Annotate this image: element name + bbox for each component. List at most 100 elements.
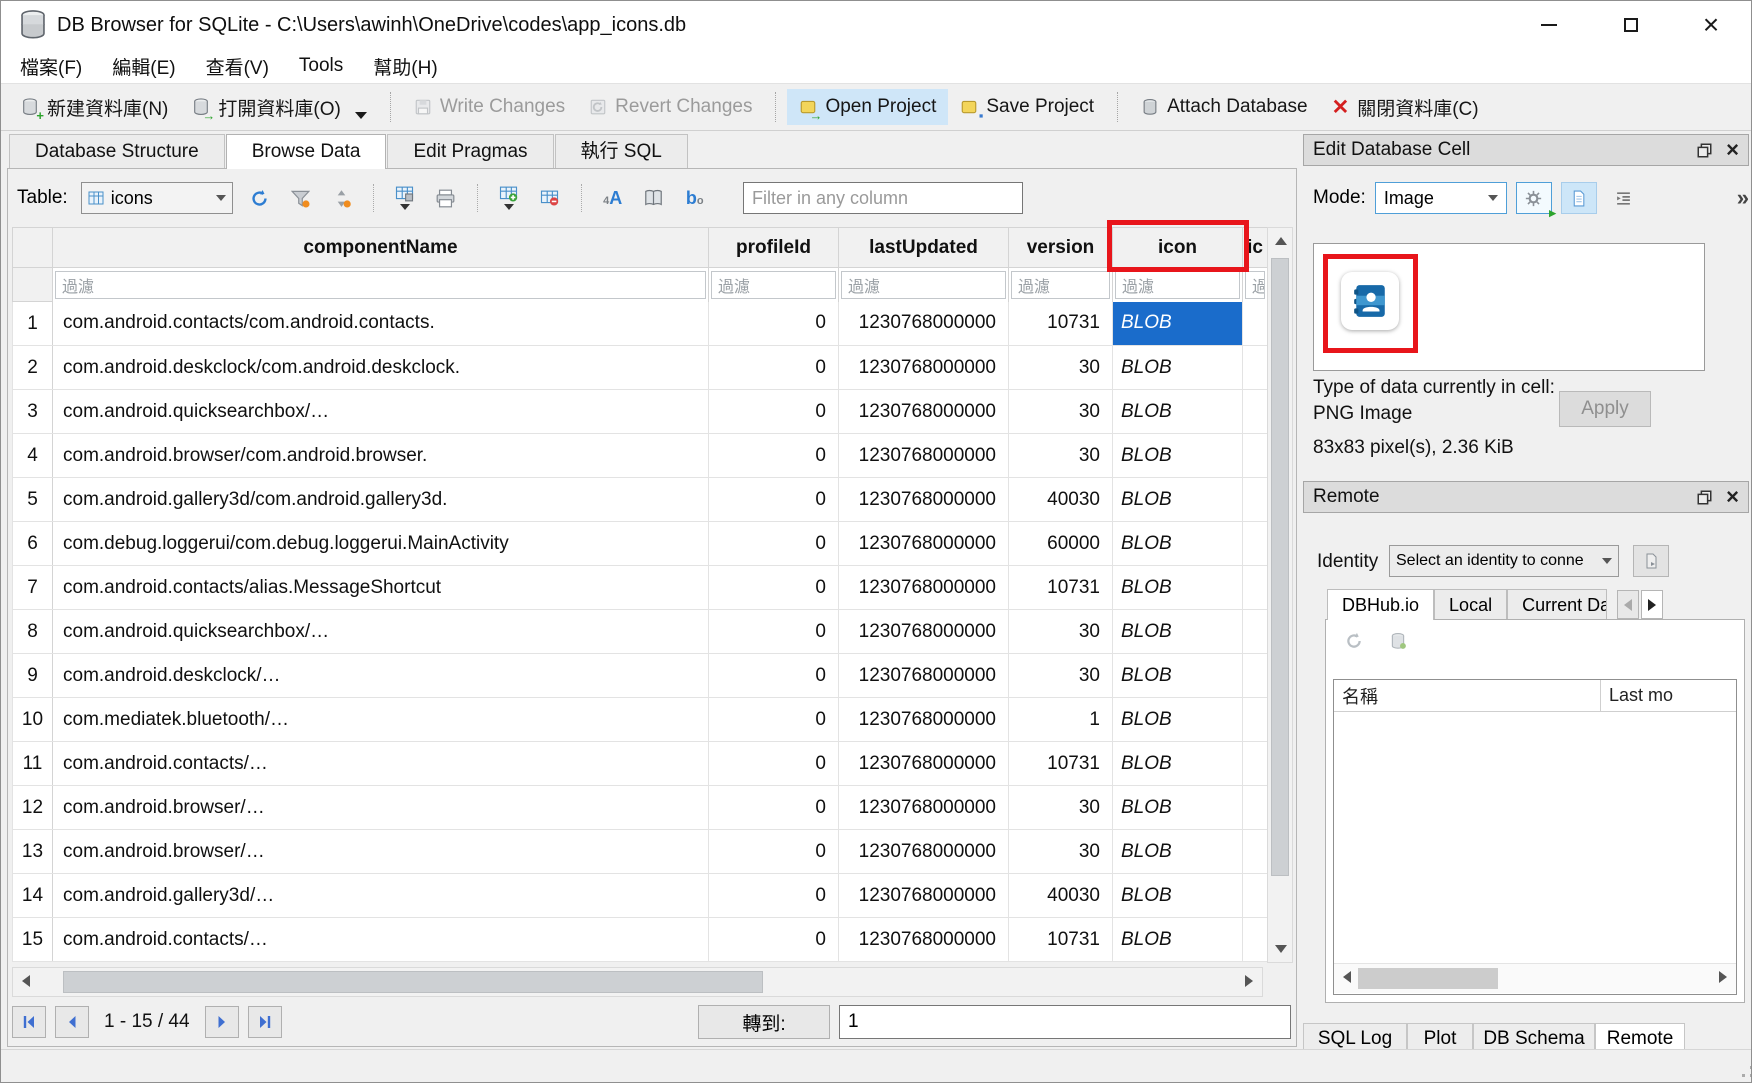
tab-edit-pragmas[interactable]: Edit Pragmas: [387, 134, 553, 168]
next-page-button[interactable]: [205, 1006, 239, 1038]
cell-partial[interactable]: [1243, 698, 1268, 742]
cell-profileId[interactable]: 0: [709, 434, 839, 478]
cell-profileId[interactable]: 0: [709, 390, 839, 434]
cell-icon[interactable]: BLOB: [1113, 390, 1243, 434]
print-button[interactable]: [432, 181, 460, 215]
cell-lastUpdated[interactable]: 1230768000000: [839, 522, 1009, 566]
revert-changes-button[interactable]: Revert Changes: [577, 89, 764, 125]
cell-partial[interactable]: [1243, 302, 1268, 346]
cell-componentName[interactable]: com.android.deskclock/com.android.deskcl…: [53, 346, 709, 390]
write-changes-button[interactable]: Write Changes: [402, 89, 577, 125]
cell-version[interactable]: 10731: [1009, 302, 1113, 346]
cell-version[interactable]: 30: [1009, 786, 1113, 830]
cell-profileId[interactable]: 0: [709, 346, 839, 390]
cell-version[interactable]: 10731: [1009, 742, 1113, 786]
cell-profileId[interactable]: 0: [709, 566, 839, 610]
cell-version[interactable]: 30: [1009, 610, 1113, 654]
cell-partial[interactable]: [1243, 566, 1268, 610]
cell-componentName[interactable]: com.android.deskclock/…: [53, 654, 709, 698]
previous-page-button[interactable]: [55, 1006, 89, 1038]
vertical-scrollbar-thumb[interactable]: [1271, 258, 1289, 876]
scroll-right-icon[interactable]: [1719, 971, 1727, 983]
new-database-button[interactable]: + 新建資料庫(N): [9, 87, 180, 128]
refresh-button[interactable]: [246, 181, 274, 215]
cell-lastUpdated[interactable]: 1230768000000: [839, 566, 1009, 610]
cell-version[interactable]: 1: [1009, 698, 1113, 742]
close-panel-icon[interactable]: ×: [1726, 486, 1739, 508]
resize-grip-icon[interactable]: [1742, 1074, 1745, 1077]
cell-profileId[interactable]: 0: [709, 478, 839, 522]
cell-profileId[interactable]: 0: [709, 610, 839, 654]
cell-icon[interactable]: BLOB: [1113, 302, 1243, 346]
cell-partial[interactable]: [1243, 742, 1268, 786]
cell-version[interactable]: 10731: [1009, 566, 1113, 610]
cell-profileId[interactable]: 0: [709, 654, 839, 698]
float-panel-icon[interactable]: [1697, 143, 1712, 158]
tab-scroll-left-button[interactable]: [1617, 590, 1639, 619]
cell-componentName[interactable]: com.android.contacts/com.android.contact…: [53, 302, 709, 346]
cell-lastUpdated[interactable]: 1230768000000: [839, 610, 1009, 654]
open-database-dropdown-icon[interactable]: [355, 112, 367, 119]
cell-componentName[interactable]: com.android.contacts/…: [53, 918, 709, 962]
cell-icon[interactable]: BLOB: [1113, 522, 1243, 566]
cell-componentName[interactable]: com.mediatek.bluetooth/…: [53, 698, 709, 742]
clear-filters-button[interactable]: [328, 181, 356, 215]
menu-edit[interactable]: 編輯(E): [97, 49, 190, 83]
tab-browse-data[interactable]: Browse Data: [226, 134, 387, 169]
scroll-left-icon[interactable]: [1343, 971, 1351, 983]
cell-profileId[interactable]: 0: [709, 874, 839, 918]
horizontal-scrollbar-thumb[interactable]: [63, 971, 763, 993]
float-panel-icon[interactable]: [1697, 490, 1712, 505]
cell-profileId[interactable]: 0: [709, 830, 839, 874]
open-project-button[interactable]: → Open Project: [787, 89, 948, 125]
tab-current-database[interactable]: Current Dat: [1507, 589, 1607, 619]
cell-partial[interactable]: [1243, 610, 1268, 654]
cell-lastUpdated[interactable]: 1230768000000: [839, 390, 1009, 434]
cell-icon[interactable]: BLOB: [1113, 478, 1243, 522]
cell-componentName[interactable]: com.android.gallery3d/com.android.galler…: [53, 478, 709, 522]
apply-button[interactable]: Apply: [1559, 391, 1651, 427]
column-header-lastUpdated[interactable]: lastUpdated: [839, 228, 1009, 268]
column-header-partial[interactable]: ic: [1243, 228, 1268, 268]
cell-version[interactable]: 10731: [1009, 918, 1113, 962]
cell-partial[interactable]: [1243, 478, 1268, 522]
first-page-button[interactable]: [12, 1006, 46, 1038]
cell-icon[interactable]: BLOB: [1113, 742, 1243, 786]
maximize-button[interactable]: [1603, 1, 1659, 49]
cell-icon[interactable]: BLOB: [1113, 698, 1243, 742]
cell-icon[interactable]: BLOB: [1113, 434, 1243, 478]
cell-lastUpdated[interactable]: 1230768000000: [839, 434, 1009, 478]
cell-icon[interactable]: BLOB: [1113, 874, 1243, 918]
cell-componentName[interactable]: com.android.contacts/alias.MessageShortc…: [53, 566, 709, 610]
cell-icon[interactable]: BLOB: [1113, 918, 1243, 962]
tab-scroll-right-button[interactable]: [1641, 590, 1663, 619]
goto-record-input[interactable]: [839, 1005, 1291, 1039]
tab-database-structure[interactable]: Database Structure: [9, 134, 225, 168]
filter-cell[interactable]: 過濾: [839, 268, 1009, 302]
cell-lastUpdated[interactable]: 1230768000000: [839, 302, 1009, 346]
filter-cell[interactable]: 過濾: [1009, 268, 1113, 302]
grid-vertical-scrollbar[interactable]: [1267, 227, 1293, 963]
cell-icon[interactable]: BLOB: [1113, 830, 1243, 874]
column-header-version[interactable]: version: [1009, 228, 1113, 268]
table-select[interactable]: icons: [81, 182, 233, 214]
cell-profileId[interactable]: 0: [709, 742, 839, 786]
cell-profileId[interactable]: 0: [709, 522, 839, 566]
cell-version[interactable]: 40030: [1009, 478, 1113, 522]
clone-database-icon[interactable]: [1389, 632, 1407, 650]
cell-profileId[interactable]: 0: [709, 302, 839, 346]
cell-lastUpdated[interactable]: 1230768000000: [839, 478, 1009, 522]
more-tools-button[interactable]: »: [1737, 185, 1749, 211]
cell-lastUpdated[interactable]: 1230768000000: [839, 742, 1009, 786]
cell-partial[interactable]: [1243, 874, 1268, 918]
export-data-button[interactable]: [1561, 182, 1597, 214]
cell-componentName[interactable]: com.android.quicksearchbox/…: [53, 390, 709, 434]
cell-lastUpdated[interactable]: 1230768000000: [839, 698, 1009, 742]
column-header-componentName[interactable]: componentName: [53, 228, 709, 268]
list-header-name[interactable]: 名稱: [1334, 680, 1600, 711]
cell-version[interactable]: 40030: [1009, 874, 1113, 918]
cell-version[interactable]: 30: [1009, 830, 1113, 874]
save-project-button[interactable]: ▪ Save Project: [948, 89, 1106, 125]
open-database-button[interactable]: → 打開資料庫(O): [180, 87, 378, 128]
filter-cell[interactable]: 過濾: [709, 268, 839, 302]
